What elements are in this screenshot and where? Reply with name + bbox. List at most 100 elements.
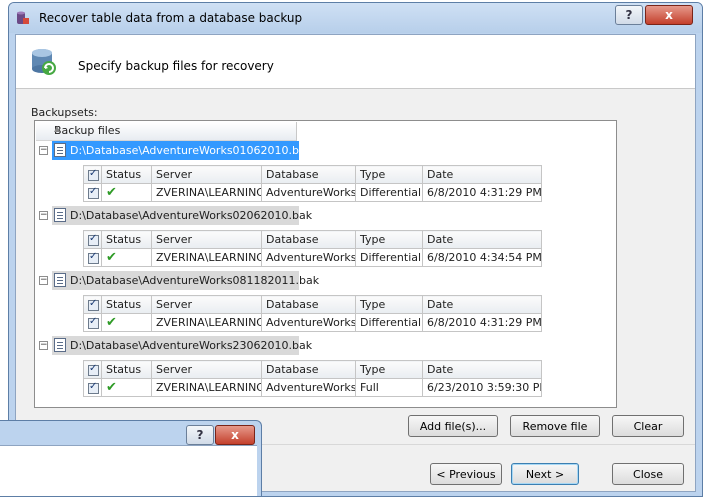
select-all-checkbox[interactable] — [88, 298, 99, 311]
file-icon — [54, 338, 66, 352]
row-checkbox-cell — [83, 248, 102, 267]
header-server[interactable]: Server — [151, 295, 262, 314]
help-button[interactable]: ? — [615, 5, 643, 25]
database-cell: AdventureWorks — [261, 248, 356, 267]
backup-detail-table: Status Server Database Type Date ✔ ZVERI… — [83, 360, 542, 397]
backup-file-row[interactable]: − D:\Database\AdventureWorks02062010.bak — [35, 206, 312, 226]
header-status[interactable]: Status — [101, 295, 152, 314]
header-type[interactable]: Type — [355, 295, 423, 314]
column-header-backup-files[interactable]: Backup files ▲ — [36, 122, 297, 141]
select-all-cell — [83, 230, 102, 249]
database-cell: AdventureWorks — [261, 183, 356, 202]
table-row[interactable]: ✔ ZVERINA\LEARNING AdventureWorks Full 6… — [83, 378, 542, 397]
file-icon — [54, 273, 66, 287]
type-cell: Differential — [355, 248, 423, 267]
file-icon — [54, 143, 66, 157]
collapse-icon[interactable]: − — [39, 341, 48, 350]
server-cell: ZVERINA\LEARNING — [151, 313, 262, 332]
help-button[interactable]: ? — [186, 425, 214, 445]
select-all-checkbox[interactable] — [88, 233, 99, 246]
header-status[interactable]: Status — [101, 360, 152, 379]
backup-file-path: D:\Database\AdventureWorks23062010.bak — [70, 339, 313, 352]
close-window-button[interactable]: x — [215, 425, 255, 445]
backup-files-list[interactable]: Backup files ▲ − D:\Database\AdventureWo… — [34, 120, 617, 408]
collapse-icon[interactable]: − — [39, 146, 48, 155]
header-status[interactable]: Status — [101, 165, 152, 184]
file-icon — [54, 208, 66, 222]
title-bar[interactable]: Recover table data from a database backu… — [9, 3, 702, 33]
select-all-checkbox[interactable] — [88, 168, 99, 181]
date-cell: 6/8/2010 4:31:29 PM — [422, 183, 542, 202]
database-recovery-icon — [32, 49, 56, 75]
header-date[interactable]: Date — [422, 360, 542, 379]
row-checkbox[interactable] — [88, 381, 99, 394]
backupsets-label: Backupsets: — [31, 106, 98, 119]
select-all-cell — [83, 295, 102, 314]
sort-arrow-icon: ▲ — [54, 124, 61, 133]
header-database[interactable]: Database — [261, 230, 356, 249]
close-button[interactable]: Close — [612, 463, 684, 485]
select-all-cell — [83, 165, 102, 184]
server-cell: ZVERINA\LEARNING — [151, 248, 262, 267]
header-type[interactable]: Type — [355, 360, 423, 379]
backup-detail-table: Status Server Database Type Date ✔ ZVERI… — [83, 295, 542, 332]
previous-button[interactable]: < Previous — [430, 463, 502, 485]
backup-file-path: D:\Database\AdventureWorks01062010.bak — [70, 144, 313, 157]
add-files-button[interactable]: Add file(s)... — [408, 415, 498, 437]
header-type[interactable]: Type — [355, 165, 423, 184]
table-row[interactable]: ✔ ZVERINA\LEARNING AdventureWorks Differ… — [83, 313, 542, 332]
page-title: Specify backup files for recovery — [78, 59, 274, 73]
header-date[interactable]: Date — [422, 230, 542, 249]
collapse-icon[interactable]: − — [39, 276, 48, 285]
server-cell: ZVERINA\LEARNING — [151, 378, 262, 397]
backup-detail-table: Status Server Database Type Date ✔ ZVERI… — [83, 230, 542, 267]
status-cell: ✔ — [101, 313, 152, 332]
type-cell: Differential — [355, 183, 423, 202]
header-date[interactable]: Date — [422, 165, 542, 184]
detail-header-row: Status Server Database Type Date — [83, 360, 542, 379]
backup-file-row[interactable]: − D:\Database\AdventureWorks01062010.bak — [35, 141, 312, 161]
row-checkbox[interactable] — [88, 186, 99, 199]
row-checkbox-cell — [83, 183, 102, 202]
header-database[interactable]: Database — [261, 165, 356, 184]
header-server[interactable]: Server — [151, 230, 262, 249]
collapse-icon[interactable]: − — [39, 211, 48, 220]
type-cell: Full — [355, 378, 423, 397]
background-window[interactable]: ? x — [0, 420, 262, 497]
status-cell: ✔ — [101, 378, 152, 397]
checkmark-icon: ✔ — [106, 185, 117, 200]
database-restore-icon — [17, 11, 29, 24]
row-checkbox[interactable] — [88, 316, 99, 329]
header-server[interactable]: Server — [151, 360, 262, 379]
status-cell: ✔ — [101, 248, 152, 267]
detail-header-row: Status Server Database Type Date — [83, 165, 542, 184]
header-database[interactable]: Database — [261, 295, 356, 314]
header-status[interactable]: Status — [101, 230, 152, 249]
header-database[interactable]: Database — [261, 360, 356, 379]
background-window-client — [0, 445, 257, 496]
next-button[interactable]: Next > — [511, 463, 579, 485]
remove-file-button[interactable]: Remove file — [510, 415, 600, 437]
database-cell: AdventureWorks — [261, 313, 356, 332]
backup-file-row[interactable]: − D:\Database\AdventureWorks23062010.bak — [35, 336, 312, 356]
backup-file-entry: D:\Database\AdventureWorks23062010.bak — [52, 336, 312, 355]
close-window-button[interactable]: x — [645, 5, 693, 25]
backup-file-row[interactable]: − D:\Database\AdventureWorks081182011.ba… — [35, 271, 319, 291]
column-header-label: Backup files — [54, 124, 121, 137]
backup-file-path: D:\Database\AdventureWorks081182011.bak — [70, 274, 320, 287]
clear-button[interactable]: Clear — [612, 415, 684, 437]
date-cell: 6/8/2010 4:34:54 PM — [422, 248, 542, 267]
row-checkbox[interactable] — [88, 251, 99, 264]
header-server[interactable]: Server — [151, 165, 262, 184]
select-all-checkbox[interactable] — [88, 363, 99, 376]
detail-header-row: Status Server Database Type Date — [83, 295, 542, 314]
table-row[interactable]: ✔ ZVERINA\LEARNING AdventureWorks Differ… — [83, 248, 542, 267]
type-cell: Differential — [355, 313, 423, 332]
header-type[interactable]: Type — [355, 230, 423, 249]
header-date[interactable]: Date — [422, 295, 542, 314]
date-cell: 6/23/2010 3:59:30 PM — [422, 378, 542, 397]
backup-file-path: D:\Database\AdventureWorks02062010.bak — [70, 209, 313, 222]
table-row[interactable]: ✔ ZVERINA\LEARNING AdventureWorks Differ… — [83, 183, 542, 202]
backup-file-entry: D:\Database\AdventureWorks081182011.bak — [52, 271, 319, 290]
date-cell: 6/8/2010 4:31:29 PM — [422, 313, 542, 332]
